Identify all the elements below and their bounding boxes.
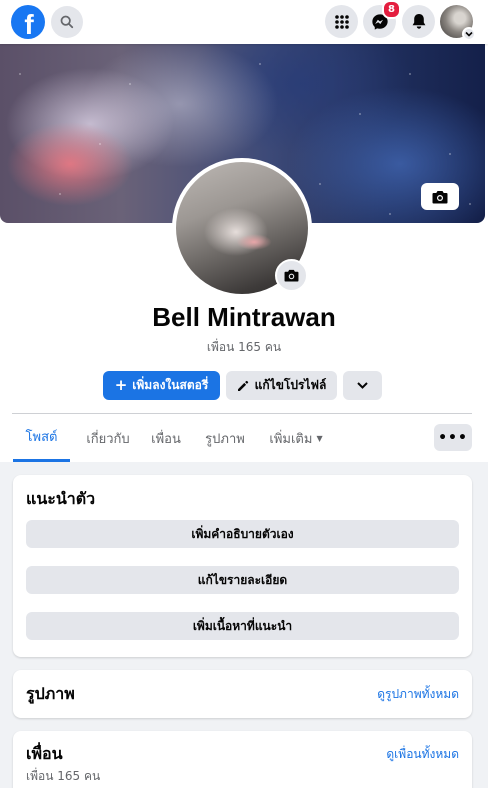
- friend-count[interactable]: เพื่อน 165 คน: [0, 338, 488, 357]
- plus-icon: +: [114, 376, 128, 394]
- edit-profile-button[interactable]: แก้ไขโปรไฟล์: [226, 371, 337, 400]
- tab-posts[interactable]: โพสต์: [13, 414, 70, 462]
- bell-icon: [412, 14, 425, 29]
- photos-title: รูปภาพ: [26, 684, 75, 703]
- add-bio-button[interactable]: เพิ่มคำอธิบายตัวเอง: [26, 520, 459, 548]
- profile-more-button[interactable]: [343, 371, 382, 400]
- tab-more[interactable]: เพิ่มเติม ▼: [260, 414, 332, 462]
- edit-details-button[interactable]: แก้ไขรายละเอียด: [26, 566, 459, 594]
- camera-icon: [432, 190, 448, 203]
- chevron-down-icon: [465, 31, 473, 37]
- profile-name: Bell Mintrawan: [152, 302, 336, 332]
- caret-down-icon: ▼: [316, 433, 323, 443]
- camera-icon: [284, 269, 299, 282]
- intro-title: แนะนำตัว: [26, 489, 96, 508]
- menu-button[interactable]: [325, 5, 358, 38]
- profile-header: Bell Mintrawan เพื่อน 165 คน + เพิ่มลงใน…: [0, 44, 488, 462]
- see-all-friends-link[interactable]: ดูเพื่อนทั้งหมด: [386, 745, 459, 764]
- chevron-down-icon: [357, 382, 368, 389]
- add-featured-button[interactable]: เพิ่มเนื้อหาที่แนะนำ: [26, 612, 459, 640]
- search-icon: [60, 15, 74, 29]
- search-button[interactable]: [51, 6, 83, 38]
- edit-profile-label: แก้ไขโปรไฟล์: [254, 378, 327, 392]
- edit-cover-photo-button[interactable]: [421, 183, 459, 210]
- pencil-icon: [237, 380, 248, 391]
- account-menu-toggle[interactable]: [462, 27, 476, 41]
- edit-profile-picture-button[interactable]: [275, 259, 308, 292]
- friends-count: เพื่อน 165 คน: [26, 769, 101, 783]
- account-avatar[interactable]: [440, 5, 476, 41]
- see-all-photos-link[interactable]: ดูรูปภาพทั้งหมด: [377, 685, 459, 704]
- messenger-badge: 8: [382, 0, 401, 19]
- top-navigation-bar: f 8: [0, 0, 488, 44]
- tab-friends[interactable]: เพื่อน: [142, 414, 190, 462]
- friends-title: เพื่อน: [26, 744, 63, 763]
- facebook-logo-letter: f: [24, 9, 34, 40]
- photos-card: รูปภาพ ดูรูปภาพทั้งหมด: [13, 670, 472, 718]
- messenger-button[interactable]: 8: [363, 0, 401, 38]
- add-to-story-label: เพิ่มลงในสตอรี่: [132, 378, 209, 392]
- add-to-story-button[interactable]: + เพิ่มลงในสตอรี่: [103, 371, 220, 400]
- friends-card: เพื่อน ดูเพื่อนทั้งหมด เพื่อน 165 คน: [13, 731, 472, 788]
- tabs-more-options-button[interactable]: •••: [434, 424, 472, 451]
- intro-card: แนะนำตัว เพิ่มคำอธิบายตัวเอง แก้ไขรายละเ…: [13, 475, 472, 657]
- notifications-button[interactable]: [402, 5, 435, 38]
- grid-menu-icon: [334, 14, 349, 29]
- profile-tabs: โพสต์ เกี่ยวกับ เพื่อน รูปภาพ เพิ่มเติม …: [12, 414, 476, 462]
- tab-about[interactable]: เกี่ยวกับ: [74, 414, 142, 462]
- tab-more-label: เพิ่มเติม: [269, 431, 313, 447]
- facebook-logo[interactable]: f: [11, 5, 45, 40]
- tab-photos[interactable]: รูปภาพ: [196, 414, 254, 462]
